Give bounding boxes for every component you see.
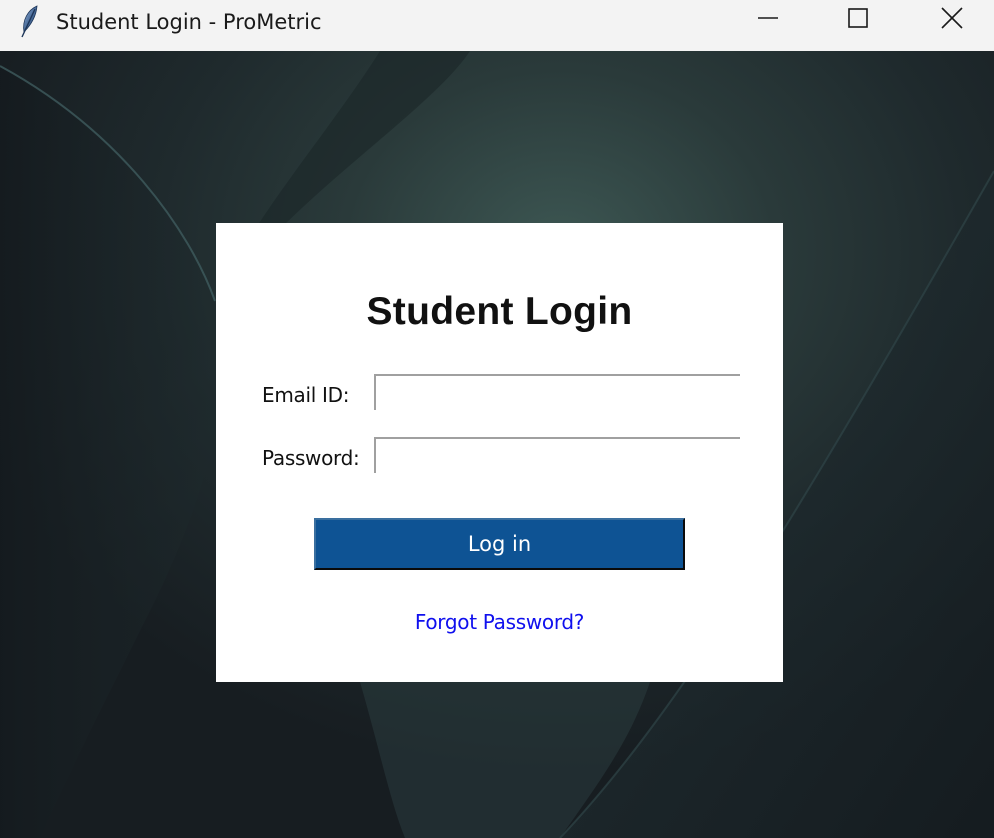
- window-title: Student Login - ProMetric: [56, 10, 322, 34]
- email-label: Email ID:: [262, 383, 350, 407]
- login-button[interactable]: Log in: [314, 518, 685, 570]
- close-icon: [940, 6, 964, 34]
- password-field[interactable]: [374, 437, 740, 473]
- feather-icon: [18, 4, 42, 38]
- app-window: Student Login - ProMetric Student Login …: [0, 0, 994, 838]
- email-field[interactable]: [374, 374, 740, 410]
- maximize-icon: [847, 7, 869, 33]
- forgot-password-link[interactable]: Forgot Password?: [216, 608, 783, 636]
- minimize-icon: [757, 7, 779, 33]
- title-bar[interactable]: Student Login - ProMetric: [0, 0, 994, 51]
- page-title: Student Login: [366, 290, 633, 333]
- password-label: Password:: [262, 446, 360, 470]
- close-button[interactable]: [929, 0, 975, 40]
- maximize-button[interactable]: [835, 0, 881, 40]
- minimize-button[interactable]: [745, 0, 791, 40]
